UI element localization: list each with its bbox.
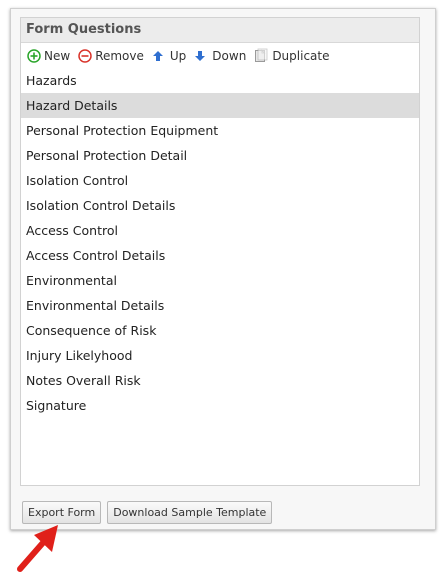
new-button[interactable]: New [27, 49, 70, 63]
download-sample-template-button[interactable]: Download Sample Template [107, 501, 273, 524]
question-list-item[interactable]: Injury Likelyhood [21, 343, 419, 368]
remove-circle-icon [78, 48, 92, 63]
arrow-down-icon [195, 50, 206, 61]
question-list-item[interactable]: Personal Protection Detail [21, 143, 419, 168]
question-list: Hazards Hazard Details Personal Protection… [21, 68, 419, 418]
down-button-label: Down [212, 48, 247, 63]
page: Form Questions New Remove Up Down Duplic… [0, 0, 446, 576]
remove-button-label: Remove [95, 48, 144, 63]
up-button-label: Up [169, 48, 187, 63]
question-list-item[interactable]: Notes Overall Risk [21, 368, 419, 393]
questions-toolbar: New Remove Up Down Duplicate [21, 43, 419, 68]
down-button[interactable]: Down [194, 49, 246, 63]
duplicate-button[interactable]: Duplicate [254, 48, 329, 63]
annotation-arrow-icon [17, 525, 58, 572]
arrow-up-icon [152, 50, 163, 61]
question-list-item[interactable]: Access Control Details [21, 243, 419, 268]
question-list-item[interactable]: Access Control [21, 218, 419, 243]
question-list-item[interactable]: Environmental [21, 268, 419, 293]
question-list-item[interactable]: Isolation Control [21, 168, 419, 193]
question-list-item[interactable]: Isolation Control Details [21, 193, 419, 218]
question-list-item[interactable]: Personal Protection Equipment [21, 118, 419, 143]
form-questions-panel: Form Questions New Remove Up Down Duplic… [20, 17, 420, 486]
question-list-item[interactable]: Hazards [21, 68, 419, 93]
up-button[interactable]: Up [152, 49, 186, 63]
duplicate-document-icon [255, 48, 268, 62]
question-list-item[interactable]: Consequence of Risk [21, 318, 419, 343]
question-list-item[interactable]: Environmental Details [21, 293, 419, 318]
duplicate-button-label: Duplicate [272, 48, 330, 63]
remove-button[interactable]: Remove [78, 49, 144, 63]
new-button-label: New [44, 48, 71, 63]
question-list-item[interactable]: Signature [21, 393, 419, 418]
question-list-item[interactable]: Hazard Details [21, 93, 419, 118]
add-circle-icon [27, 48, 41, 63]
panel-title: Form Questions [21, 18, 419, 43]
